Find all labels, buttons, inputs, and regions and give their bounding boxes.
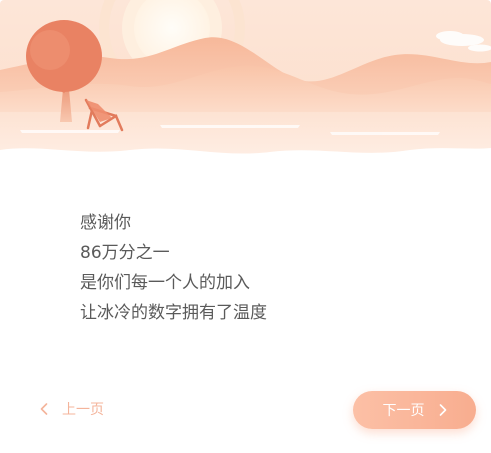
chevron-right-icon (439, 404, 447, 416)
prev-page-button[interactable]: 上一页 (40, 394, 104, 424)
message-line: 感谢你 (80, 213, 131, 233)
message-line: 让冰冷的数字拥有了温度 (80, 303, 267, 323)
prev-page-label: 上一页 (62, 402, 104, 418)
header-illustration (0, 0, 491, 180)
thank-you-card: 感谢你 86万分之一 是你们每一个人的加入 让冰冷的数字拥有了温度 上一页 下一… (0, 0, 491, 453)
landscape-illustration (0, 0, 491, 180)
next-page-button[interactable]: 下一页 (353, 391, 476, 429)
next-page-label: 下一页 (382, 403, 425, 419)
message-line: 是你们每一个人的加入 (80, 273, 250, 293)
message-line: 86万分之一 (80, 243, 170, 263)
chevron-left-icon (40, 403, 48, 415)
thank-you-message: 感谢你 86万分之一 是你们每一个人的加入 让冰冷的数字拥有了温度 (80, 208, 267, 328)
